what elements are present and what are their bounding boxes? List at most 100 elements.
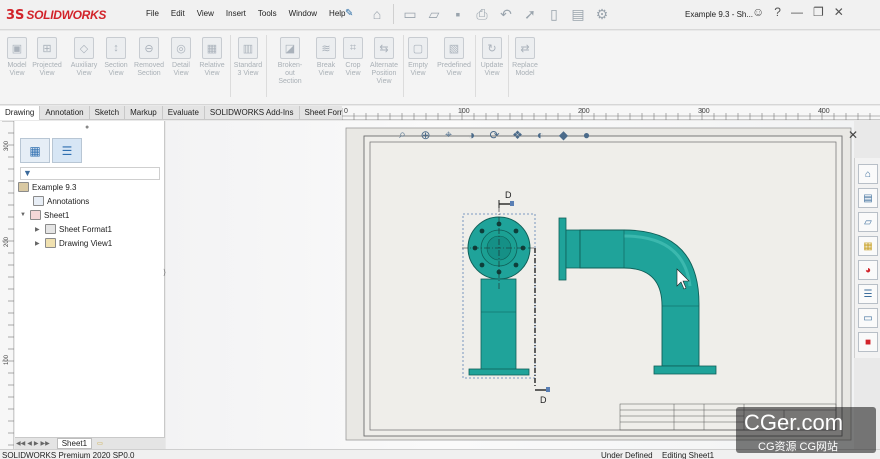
zoom-to-area-icon[interactable]: ⊕ <box>417 126 434 143</box>
section-view-icon[interactable]: ◑ <box>463 126 480 143</box>
solidworks-logo[interactable]: 3S SOLIDWORKS <box>6 7 106 23</box>
menu-view[interactable]: View <box>191 9 220 18</box>
tab-sketch[interactable]: Sketch <box>90 106 126 120</box>
close-button[interactable]: ✕ <box>834 5 844 19</box>
restore-button[interactable]: ❐ <box>813 5 824 19</box>
new-document-icon[interactable]: ▭ <box>399 3 421 25</box>
panel-collapse-handle[interactable]: ● <box>85 124 89 131</box>
tab-solidworks-add-ins[interactable]: SOLIDWORKS Add-Ins <box>205 106 300 120</box>
next-sheet-icon[interactable]: ▶ <box>33 440 40 447</box>
crop-view-button[interactable]: ⌗ Crop View <box>338 37 368 78</box>
view-palette-icon[interactable]: ▦ <box>858 236 878 256</box>
tree-item-drawing-view[interactable]: ▶ Drawing View1 <box>35 238 112 248</box>
ds-logo-mark: 3S <box>6 7 25 23</box>
predefined-view-button[interactable]: ▧ Predefined View <box>437 37 471 78</box>
tree-item-annotations[interactable]: Annotations <box>33 196 89 206</box>
standard-3-view-button[interactable]: ▥ Standard 3 View <box>233 37 263 78</box>
home-icon[interactable]: ⌂ <box>366 3 388 25</box>
tree-item-root[interactable]: Example 9.3 <box>18 182 76 192</box>
feature-manager-tab-icon[interactable]: ▦ <box>20 138 50 163</box>
close-graphics-icon[interactable]: ✕ <box>848 128 858 142</box>
view-orientation-icon[interactable]: ❖ <box>509 126 526 143</box>
options-gear-icon[interactable]: ⚙ <box>591 3 613 25</box>
menu-insert[interactable]: Insert <box>220 9 252 18</box>
ruler-label: 100 <box>458 108 470 115</box>
hide-show-items-icon[interactable]: ◐ <box>532 126 549 143</box>
tree-item-label: Sheet Format1 <box>59 224 112 234</box>
first-sheet-icon[interactable]: ◀◀ <box>15 440 26 447</box>
update-view-button[interactable]: ↻ Update View <box>477 37 507 78</box>
save-icon[interactable]: ▪ <box>447 3 469 25</box>
broken-out-section-button[interactable]: ◪ Broken-out Section <box>275 37 305 86</box>
rebuild-icon[interactable]: ▯ <box>543 3 565 25</box>
panel-splitter-handle[interactable]: ⟩ <box>163 268 166 277</box>
projected-view-button[interactable]: ⊞ Projected View <box>32 37 62 78</box>
pin-icon[interactable]: ✎ <box>345 8 353 19</box>
file-explorer-icon[interactable]: ▱ <box>858 212 878 232</box>
drawing-view-icon <box>45 238 56 248</box>
section-view-button[interactable]: ↕ Section View <box>101 37 131 78</box>
tab-drawing[interactable]: Drawing <box>0 106 41 120</box>
menu-window[interactable]: Window <box>283 9 323 18</box>
removed-section-button[interactable]: ⊖ Removed Section <box>134 37 164 78</box>
expand-down-icon[interactable]: ▼ <box>20 212 28 218</box>
command-manager-ribbon: ▣ Model View ⊞ Projected View ◇ Auxiliary V… <box>0 31 880 105</box>
tab-evaluate[interactable]: Evaluate <box>163 106 205 120</box>
solidworks-resources-icon[interactable]: ⌂ <box>858 164 878 184</box>
apply-scene-icon[interactable]: ● <box>578 126 595 143</box>
rotate-view-icon[interactable]: ⟳ <box>486 126 503 143</box>
ribbon-label: Crop View <box>345 62 361 77</box>
replace-model-button[interactable]: ⇄ Replace Model <box>510 37 540 78</box>
auxiliary-view-button[interactable]: ◇ Auxiliary View <box>69 37 99 78</box>
zoom-to-fit-icon[interactable]: ⌕ <box>394 126 411 143</box>
help-icon[interactable]: ? <box>774 5 781 19</box>
custom-properties-icon[interactable]: ☰ <box>858 284 878 304</box>
menu-edit[interactable]: Edit <box>165 9 191 18</box>
solidworks-forum-icon[interactable]: ▭ <box>858 308 878 328</box>
feature-manager-panel: ● ▦ ☰ ▼ Example 9.3 Annotations ▼ Sheet1… <box>15 121 165 437</box>
tab-annotation[interactable]: Annotation <box>40 106 90 120</box>
ribbon-label: Section View <box>104 62 128 77</box>
menu-tools[interactable]: Tools <box>252 9 283 18</box>
expand-right-icon[interactable]: ▶ <box>35 226 43 233</box>
menu-file[interactable]: File <box>140 9 165 18</box>
user-icon[interactable]: ☺ <box>752 5 764 19</box>
select-arrow-icon[interactable]: ➚ <box>519 3 541 25</box>
toolbox-icon[interactable]: ■ <box>858 332 878 352</box>
editing-context: Editing Sheet1 <box>662 451 715 459</box>
previous-view-icon[interactable]: ⌖ <box>440 126 457 143</box>
alternate-position-view-button[interactable]: ⇆ Alternate Position View <box>369 37 399 86</box>
ribbon-label: Alternate Position View <box>369 62 399 85</box>
file-properties-icon[interactable]: ▤ <box>567 3 589 25</box>
open-folder-icon[interactable]: ▱ <box>423 3 445 25</box>
undo-icon[interactable]: ↶ <box>495 3 517 25</box>
command-manager-tabs: Drawing Annotation Sketch Markup Evaluat… <box>0 106 359 120</box>
design-library-icon[interactable]: ▤ <box>858 188 878 208</box>
prev-sheet-icon[interactable]: ◀ <box>26 440 33 447</box>
minimize-button[interactable]: — <box>791 5 803 19</box>
empty-view-button[interactable]: ▢ Empty View <box>403 37 433 78</box>
vertical-ruler: 300 200 100 <box>0 121 14 449</box>
model-view-button[interactable]: ▣ Model View <box>2 37 32 78</box>
property-manager-tab-icon[interactable]: ☰ <box>52 138 82 163</box>
ribbon-label: Update View <box>480 62 504 77</box>
tree-filter[interactable]: ▼ <box>20 167 160 180</box>
last-sheet-icon[interactable]: ▶▶ <box>39 440 50 447</box>
drawing-sheet[interactable]: D D <box>344 126 854 442</box>
relative-view-button[interactable]: ▦ Relative View <box>197 37 227 78</box>
tree-item-sheet[interactable]: ▼ Sheet1 <box>20 210 69 220</box>
detail-view-button[interactable]: ◎ Detail View <box>166 37 196 78</box>
tab-markup[interactable]: Markup <box>125 106 163 120</box>
appearances-scenes-icon[interactable]: ◕ <box>858 260 878 280</box>
ruler-ticks <box>342 108 880 120</box>
expand-right-icon[interactable]: ▶ <box>35 240 43 247</box>
sheet-tab[interactable]: Sheet1 <box>56 438 93 449</box>
tree-item-sheet-format[interactable]: ▶ Sheet Format1 <box>35 224 112 234</box>
tree-item-label: Example 9.3 <box>32 182 77 192</box>
product-version: SOLIDWORKS Premium 2020 SP0.0 <box>2 451 135 459</box>
projected-view-icon: ⊞ <box>37 37 57 59</box>
add-sheet-icon[interactable]: ▭ <box>96 440 104 447</box>
print-icon[interactable]: ⎙ <box>471 3 493 25</box>
edit-appearance-icon[interactable]: ◆ <box>555 126 572 143</box>
break-view-button[interactable]: ≋ Break View <box>311 37 341 78</box>
